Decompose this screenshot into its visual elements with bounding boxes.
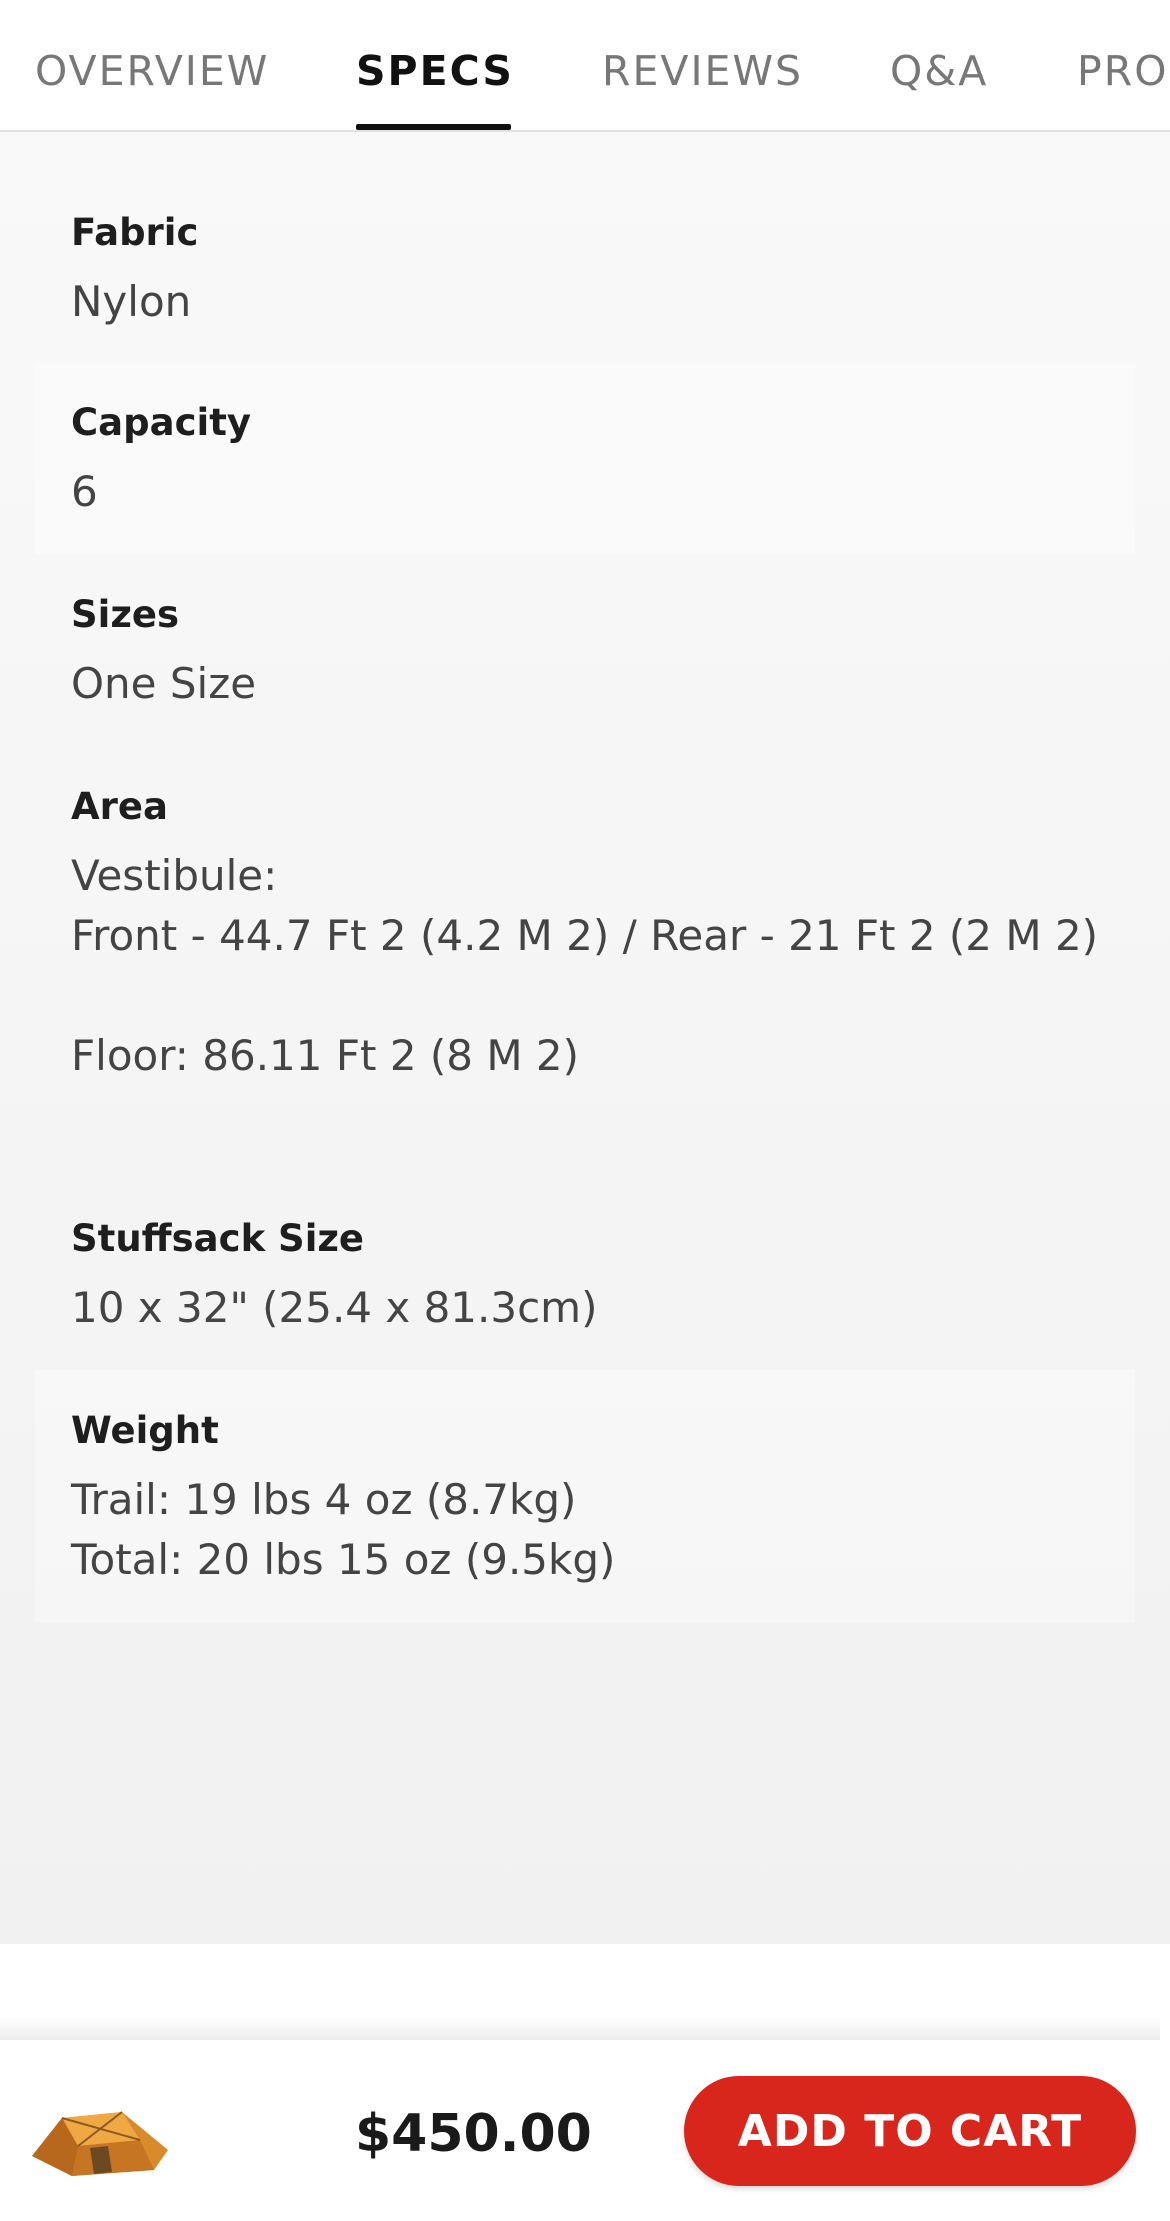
spec-row-stuffsack-size: Stuffsack Size 10 x 32" (25.4 x 81.3cm) [35,1178,1135,1370]
spec-value: Vestibule: Front - 44.7 Ft 2 (4.2 M 2) /… [71,851,1099,1080]
spec-value: 6 [71,467,98,516]
bottom-bar-shadow [0,2016,1160,2042]
spec-value: One Size [71,659,257,708]
tab-overview[interactable]: OVERVIEW [35,46,269,96]
tab-pro[interactable]: PRO [1077,46,1168,96]
spec-label: Fabric [71,211,199,254]
spec-label: Capacity [71,401,251,444]
spec-value: Nylon [71,277,192,326]
spec-label: Sizes [71,593,179,636]
spec-label: Area [71,785,168,828]
spec-value: 10 x 32" (25.4 x 81.3cm) [71,1283,598,1332]
specs-panel: Fabric Nylon Capacity 6 Sizes One Size A… [0,132,1170,1944]
spec-row-sizes: Sizes One Size [35,554,1135,746]
active-tab-indicator [356,124,511,130]
tab-reviews[interactable]: REVIEWS [602,46,803,96]
spec-label: Weight [71,1409,219,1452]
tab-qa[interactable]: Q&A [890,46,988,96]
spec-row-capacity: Capacity 6 [35,362,1135,554]
tab-specs[interactable]: SPECS [356,46,514,96]
sticky-cart-bar: $450.00 ADD TO CART [0,2040,1170,2221]
add-to-cart-button[interactable]: ADD TO CART [684,2076,1136,2186]
product-price: $450.00 [355,2104,592,2164]
spec-row-fabric: Fabric Nylon [35,172,1135,362]
spec-row-area: Area Vestibule: Front - 44.7 Ft 2 (4.2 M… [35,746,1135,1178]
tent-thumbnail-icon [32,2111,168,2176]
spec-row-weight: Weight Trail: 19 lbs 4 oz (8.7kg) Total:… [35,1370,1135,1622]
tab-bar: OVERVIEW SPECS REVIEWS Q&A PRO [0,0,1170,132]
spec-label: Stuffsack Size [71,1217,365,1260]
spec-value: Trail: 19 lbs 4 oz (8.7kg) Total: 20 lbs… [71,1475,616,1584]
